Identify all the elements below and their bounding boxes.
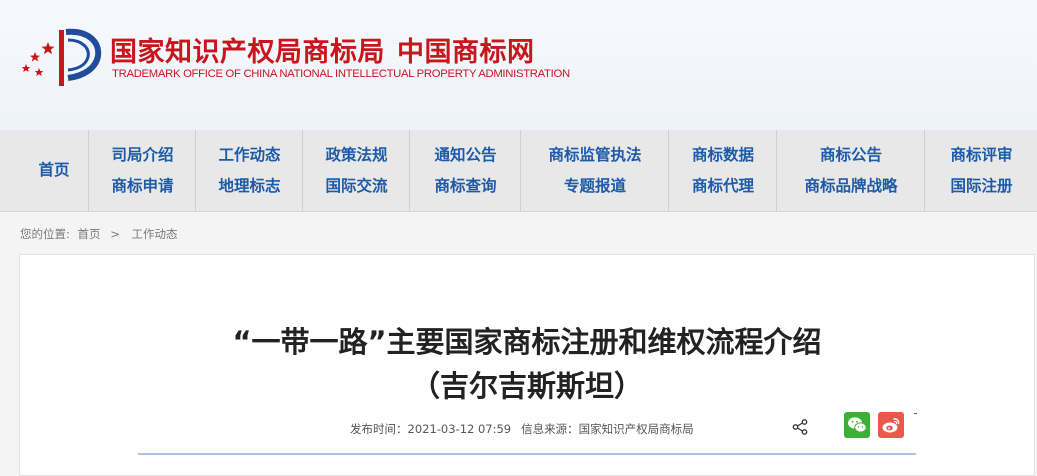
article-title: “一带一路”主要国家商标注册和维权流程介绍 (232, 325, 822, 359)
nav-column: 司局介绍 商标申请 (88, 130, 196, 211)
nav-column: 通知公告 商标查询 (409, 130, 521, 211)
breadcrumb-prefix: 您的位置: (20, 227, 70, 241)
info-source: 信息来源：国家知识产权局商标局 (521, 422, 694, 436)
share-more-mark (914, 413, 917, 414)
nav-link-geographical-indication[interactable]: 地理标志 (196, 177, 303, 195)
nav-home-link[interactable]: 首页 (20, 130, 88, 211)
site-header: 国家知识产权局商标局 中国商标网 TRADEMARK OFFICE OF CHIN… (0, 0, 1037, 130)
breadcrumb-separator: > (110, 227, 120, 241)
nav-link-bureau-intro[interactable]: 司局介绍 (89, 146, 196, 164)
site-title: 国家知识产权局商标局 中国商标网 (110, 30, 535, 69)
publish-time: 发布时间：2021-03-12 07:59 (350, 422, 512, 436)
site-subtitle: TRADEMARK OFFICE OF CHINA NATIONAL INTEL… (112, 68, 570, 80)
nav-link-policies-laws[interactable]: 政策法规 (303, 146, 410, 164)
title-divider (138, 453, 916, 455)
nav-link-trademark-search[interactable]: 商标查询 (410, 177, 521, 195)
nav-link-special-reports[interactable]: 专题报道 (521, 177, 669, 195)
nav-column: 商标监管执法 专题报道 (520, 130, 669, 211)
nav-link-supervision-enforcement[interactable]: 商标监管执法 (521, 146, 669, 164)
nav-link-brand-strategy[interactable]: 商标品牌战略 (777, 177, 925, 195)
article-meta: 发布时间：2021-03-12 07:59 信息来源：国家知识产权局商标局 (350, 421, 694, 437)
nav-column: 商标评审 国际注册 (924, 130, 1037, 211)
site-title-secondary: 中国商标网 (397, 37, 535, 68)
nav-column: 商标数据 商标代理 (668, 130, 777, 211)
article-panel: “一带一路”主要国家商标注册和维权流程介绍 （吉尔吉斯斯坦） 发布时间：2021… (19, 254, 1035, 476)
nav-column: 工作动态 地理标志 (195, 130, 303, 211)
share-icon[interactable] (791, 418, 809, 436)
site-title-main: 国家知识产权局商标局 (110, 37, 385, 68)
nav-link-trademark-review[interactable]: 商标评审 (925, 146, 1037, 164)
nav-column: 商标公告 商标品牌战略 (776, 130, 925, 211)
nav-link-trademark-announcements[interactable]: 商标公告 (777, 146, 925, 164)
breadcrumb-home-link[interactable]: 首页 (78, 227, 101, 241)
nav-link-trademark-application[interactable]: 商标申请 (89, 177, 196, 195)
nav-link-notices[interactable]: 通知公告 (410, 146, 521, 164)
article-subtitle: （吉尔吉斯斯坦） (410, 369, 643, 403)
nav-link-international-registration[interactable]: 国际注册 (925, 177, 1037, 195)
weibo-icon (882, 418, 900, 433)
nav-column: 政策法规 国际交流 (302, 130, 410, 211)
nav-link-international-exchange[interactable]: 国际交流 (303, 177, 410, 195)
main-nav: 首页 司局介绍 商标申请 工作动态 地理标志 政策法规 国际交流 通知公告 商标… (0, 130, 1037, 212)
wechat-icon (848, 417, 867, 433)
nav-link-trademark-data[interactable]: 商标数据 (669, 146, 777, 164)
weibo-share-button[interactable] (878, 412, 904, 438)
wechat-share-button[interactable] (844, 412, 870, 438)
nav-link-trademark-agency[interactable]: 商标代理 (669, 177, 777, 195)
cnipa-logo-icon[interactable] (18, 26, 102, 88)
breadcrumb: 您的位置: 首页 > 工作动态 (20, 226, 181, 242)
nav-link-work-news[interactable]: 工作动态 (196, 146, 303, 164)
breadcrumb-current[interactable]: 工作动态 (131, 227, 177, 241)
